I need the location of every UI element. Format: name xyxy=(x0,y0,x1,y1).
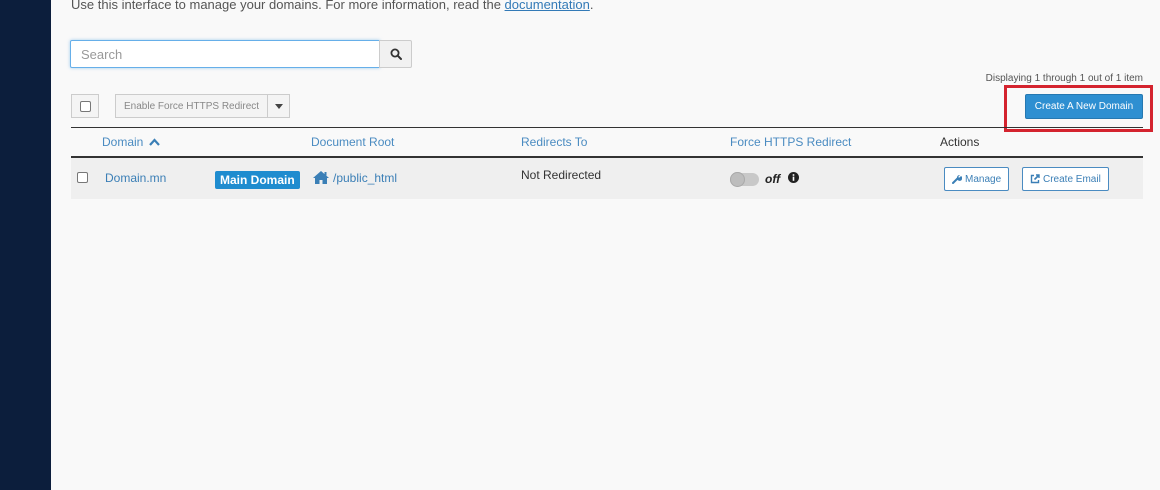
column-header-force-https[interactable]: Force HTTPS Redirect xyxy=(730,135,851,149)
intro-text-end: . xyxy=(589,0,594,12)
table-row: Domain.mn Main Domain /public_html Not R… xyxy=(71,158,1143,199)
column-header-redirects-to[interactable]: Redirects To xyxy=(521,135,587,149)
search-input[interactable] xyxy=(70,40,380,68)
column-header-actions: Actions xyxy=(940,135,980,149)
manage-button[interactable]: Manage xyxy=(944,167,1010,191)
main-domain-badge: Main Domain xyxy=(215,171,300,189)
sidebar xyxy=(0,0,51,490)
enable-force-https-button[interactable]: Enable Force HTTPS Redirect xyxy=(115,94,269,118)
info-icon[interactable] xyxy=(788,172,799,183)
intro-text-body: Use this interface to manage your domain… xyxy=(71,0,505,12)
row-checkbox-box[interactable] xyxy=(77,172,88,183)
home-icon xyxy=(313,171,329,184)
force-https-toggle[interactable] xyxy=(730,172,759,187)
caret-down-icon xyxy=(274,103,283,109)
table-top-border xyxy=(71,127,1143,128)
external-edit-icon xyxy=(1030,174,1040,184)
redirects-to-value: Not Redirected xyxy=(521,168,602,182)
search-button[interactable] xyxy=(379,40,412,68)
wrench-icon xyxy=(952,174,962,184)
document-root-path: /public_html xyxy=(333,170,398,185)
search-icon xyxy=(390,48,402,60)
document-root-link[interactable]: /public_html xyxy=(312,170,397,185)
bulk-action-group: Enable Force HTTPS Redirect xyxy=(115,94,291,118)
documentation-link[interactable]: documentation xyxy=(505,0,590,12)
domain-link[interactable]: Domain.mn xyxy=(105,171,166,185)
column-header-domain[interactable]: Domain xyxy=(102,135,160,149)
create-new-domain-button[interactable]: Create A New Domain xyxy=(1025,94,1143,119)
bulk-action-dropdown[interactable] xyxy=(268,94,291,118)
column-header-domain-label: Domain xyxy=(102,135,144,149)
force-https-state-label: off xyxy=(765,172,781,186)
search-group xyxy=(70,40,412,68)
chevron-up-icon xyxy=(148,138,160,146)
intro-text: Use this interface to manage your domain… xyxy=(71,0,593,12)
manage-button-label: Manage xyxy=(965,173,1002,185)
select-all-checkbox-box[interactable] xyxy=(79,100,91,112)
create-email-button-label: Create Email xyxy=(1043,173,1101,185)
column-header-document-root[interactable]: Document Root xyxy=(311,135,394,149)
paging-info: Displaying 1 through 1 out of 1 item xyxy=(985,73,1143,84)
create-email-button[interactable]: Create Email xyxy=(1022,167,1109,191)
select-all-checkbox[interactable] xyxy=(71,94,99,118)
row-checkbox[interactable] xyxy=(77,172,88,183)
